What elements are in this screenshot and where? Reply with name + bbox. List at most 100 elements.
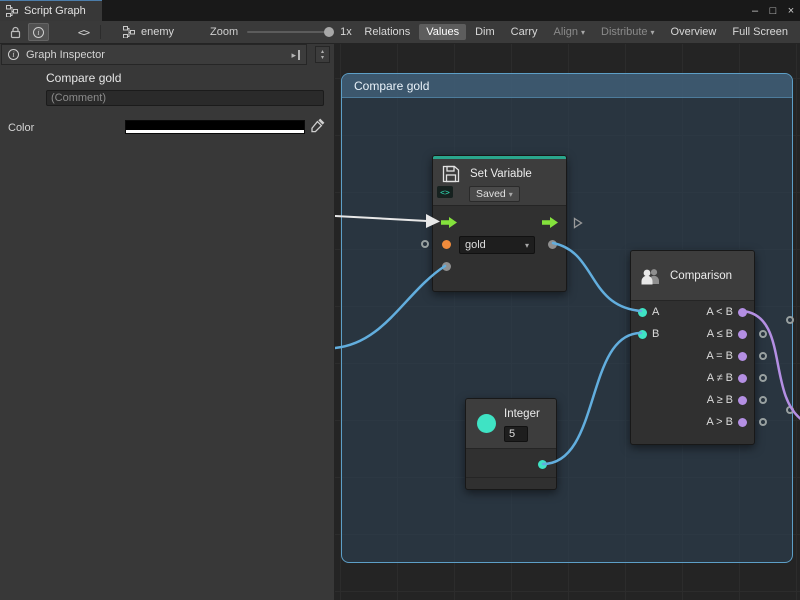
integer-value-field[interactable]: 5 [504,426,528,442]
comparison-input-b-port[interactable] [638,330,647,339]
set-variable-node[interactable]: <> Set Variable Saved▾ gold▾ [432,155,567,292]
output-label: A ≠ B [707,372,733,384]
code-view-button[interactable]: <> [73,23,94,41]
graph-asset-icon [123,26,135,38]
zoom-slider-handle[interactable] [324,27,334,37]
output-label: A > B [706,416,733,428]
zoom-label: Zoom [210,26,238,38]
graph-toolbar: i <> enemy Zoom 1x Relations Values Dim … [0,21,800,44]
carry-button[interactable]: Carry [504,24,545,40]
pin-icon[interactable]: ▸ [291,50,300,60]
eyedropper-icon[interactable] [310,117,326,133]
variable-name-port[interactable] [442,240,451,249]
color-label: Color [8,122,34,134]
dropdown-arrow-icon: ▾ [509,190,513,199]
group-header[interactable]: Compare gold [342,74,792,98]
window-controls: – □ × [746,0,800,21]
unconnected-port-circle [759,374,767,382]
comparison-node[interactable]: Comparison A A < B B A ≤ B A = B [630,250,755,445]
set-variable-header[interactable]: <> Set Variable Saved▾ [433,156,566,206]
value-input-port[interactable] [442,262,451,271]
inspector-toggle-button[interactable]: i [28,23,49,41]
graph-canvas[interactable]: Compare gold <> Set Variable Saved▾ [335,44,800,600]
full-screen-button[interactable]: Full Screen [725,24,795,40]
port-row: A > B [631,411,754,433]
dropdown-arrow-icon: ▾ [651,28,655,37]
port-row: A ≥ B [631,389,754,411]
flow-input-port[interactable] [441,217,457,228]
output-label: A ≤ B [707,328,733,340]
output-a-gte-b-port[interactable] [738,396,747,405]
variable-kind-icon: <> [437,186,453,198]
distribute-dropdown-button[interactable]: Distribute▾ [594,24,661,40]
integer-node[interactable]: Integer 5 [465,398,557,490]
info-icon: i [33,27,44,38]
integer-header[interactable]: Integer 5 [466,399,556,449]
variable-name-dropdown[interactable]: gold▾ [459,236,535,254]
script-graph-tab[interactable]: Script Graph [0,0,102,21]
lock-button[interactable] [5,23,26,41]
close-button[interactable]: × [782,5,800,17]
toolbar-separator [100,25,101,39]
variable-output-port[interactable] [548,240,557,249]
output-a-gt-b-port[interactable] [738,418,747,427]
dropdown-arrow-icon: ▾ [581,28,585,37]
color-field[interactable] [125,120,305,134]
input-a-label: A [652,306,659,318]
code-icon: <> [78,26,89,39]
unconnected-port-circle [759,352,767,360]
flow-output-port[interactable] [542,217,558,228]
comparison-title: Comparison [670,270,732,282]
comparison-port-rows: A A < B B A ≤ B A = B A ≠ B [631,301,754,433]
unconnected-port-circle [759,330,767,338]
lock-icon [10,26,21,39]
comparison-header[interactable]: Comparison [631,251,754,301]
port-row: A = B [631,345,754,367]
variable-scope-dropdown[interactable]: Saved▾ [469,186,520,202]
info-icon: i [8,49,19,60]
unconnected-flow-triangle [573,217,583,229]
zoom-slider[interactable] [247,31,331,33]
graph-inspector-panel: i Graph Inspector ▸ ▴ ▾ Compare gold Col… [0,44,335,600]
script-graph-icon [6,5,18,17]
output-a-lt-b-port[interactable] [738,308,747,317]
align-dropdown-button[interactable]: Align▾ [547,24,592,40]
spinner-down-icon[interactable]: ▾ [321,55,324,61]
output-a-lte-b-port[interactable] [738,330,747,339]
unconnected-port-circle [786,406,794,414]
port-row: A A < B [631,301,754,323]
output-a-eq-b-port[interactable] [738,352,747,361]
values-button[interactable]: Values [419,24,466,40]
unconnected-port-circle [421,240,429,248]
unconnected-port-circle [759,396,767,404]
save-variable-icon [441,164,461,184]
output-a-neq-b-port[interactable] [738,374,747,383]
comparison-input-a-port[interactable] [638,308,647,317]
maximize-button[interactable]: □ [764,5,782,17]
relations-button[interactable]: Relations [357,24,417,40]
integer-type-icon [477,414,496,433]
comment-input[interactable] [46,90,324,106]
panel-spinner[interactable]: ▴ ▾ [315,46,330,63]
tab-title: Script Graph [24,5,86,17]
port-row: B A ≤ B [631,323,754,345]
unity-script-graph-window: Script Graph – □ × i <> enemy [0,0,800,600]
integer-title: Integer [504,408,540,420]
port-row: A ≠ B [631,367,754,389]
integer-output-port[interactable] [538,460,547,469]
unconnected-port-circle [786,316,794,324]
dropdown-arrow-icon: ▾ [525,241,529,250]
graph-inspector-title: Graph Inspector [26,49,105,61]
graph-name-label: enemy [141,26,174,38]
output-label: A < B [706,306,733,318]
input-b-label: B [652,328,659,340]
color-alpha-bar [126,130,304,133]
zoom-value: 1x [340,26,352,38]
graph-inspector-header[interactable]: i Graph Inspector ▸ [1,44,307,65]
overview-button[interactable]: Overview [664,24,724,40]
minimize-button[interactable]: – [746,5,764,17]
output-label: A = B [706,350,733,362]
node-footer-divider [466,477,556,478]
dim-button[interactable]: Dim [468,24,502,40]
output-label: A ≥ B [707,394,733,406]
